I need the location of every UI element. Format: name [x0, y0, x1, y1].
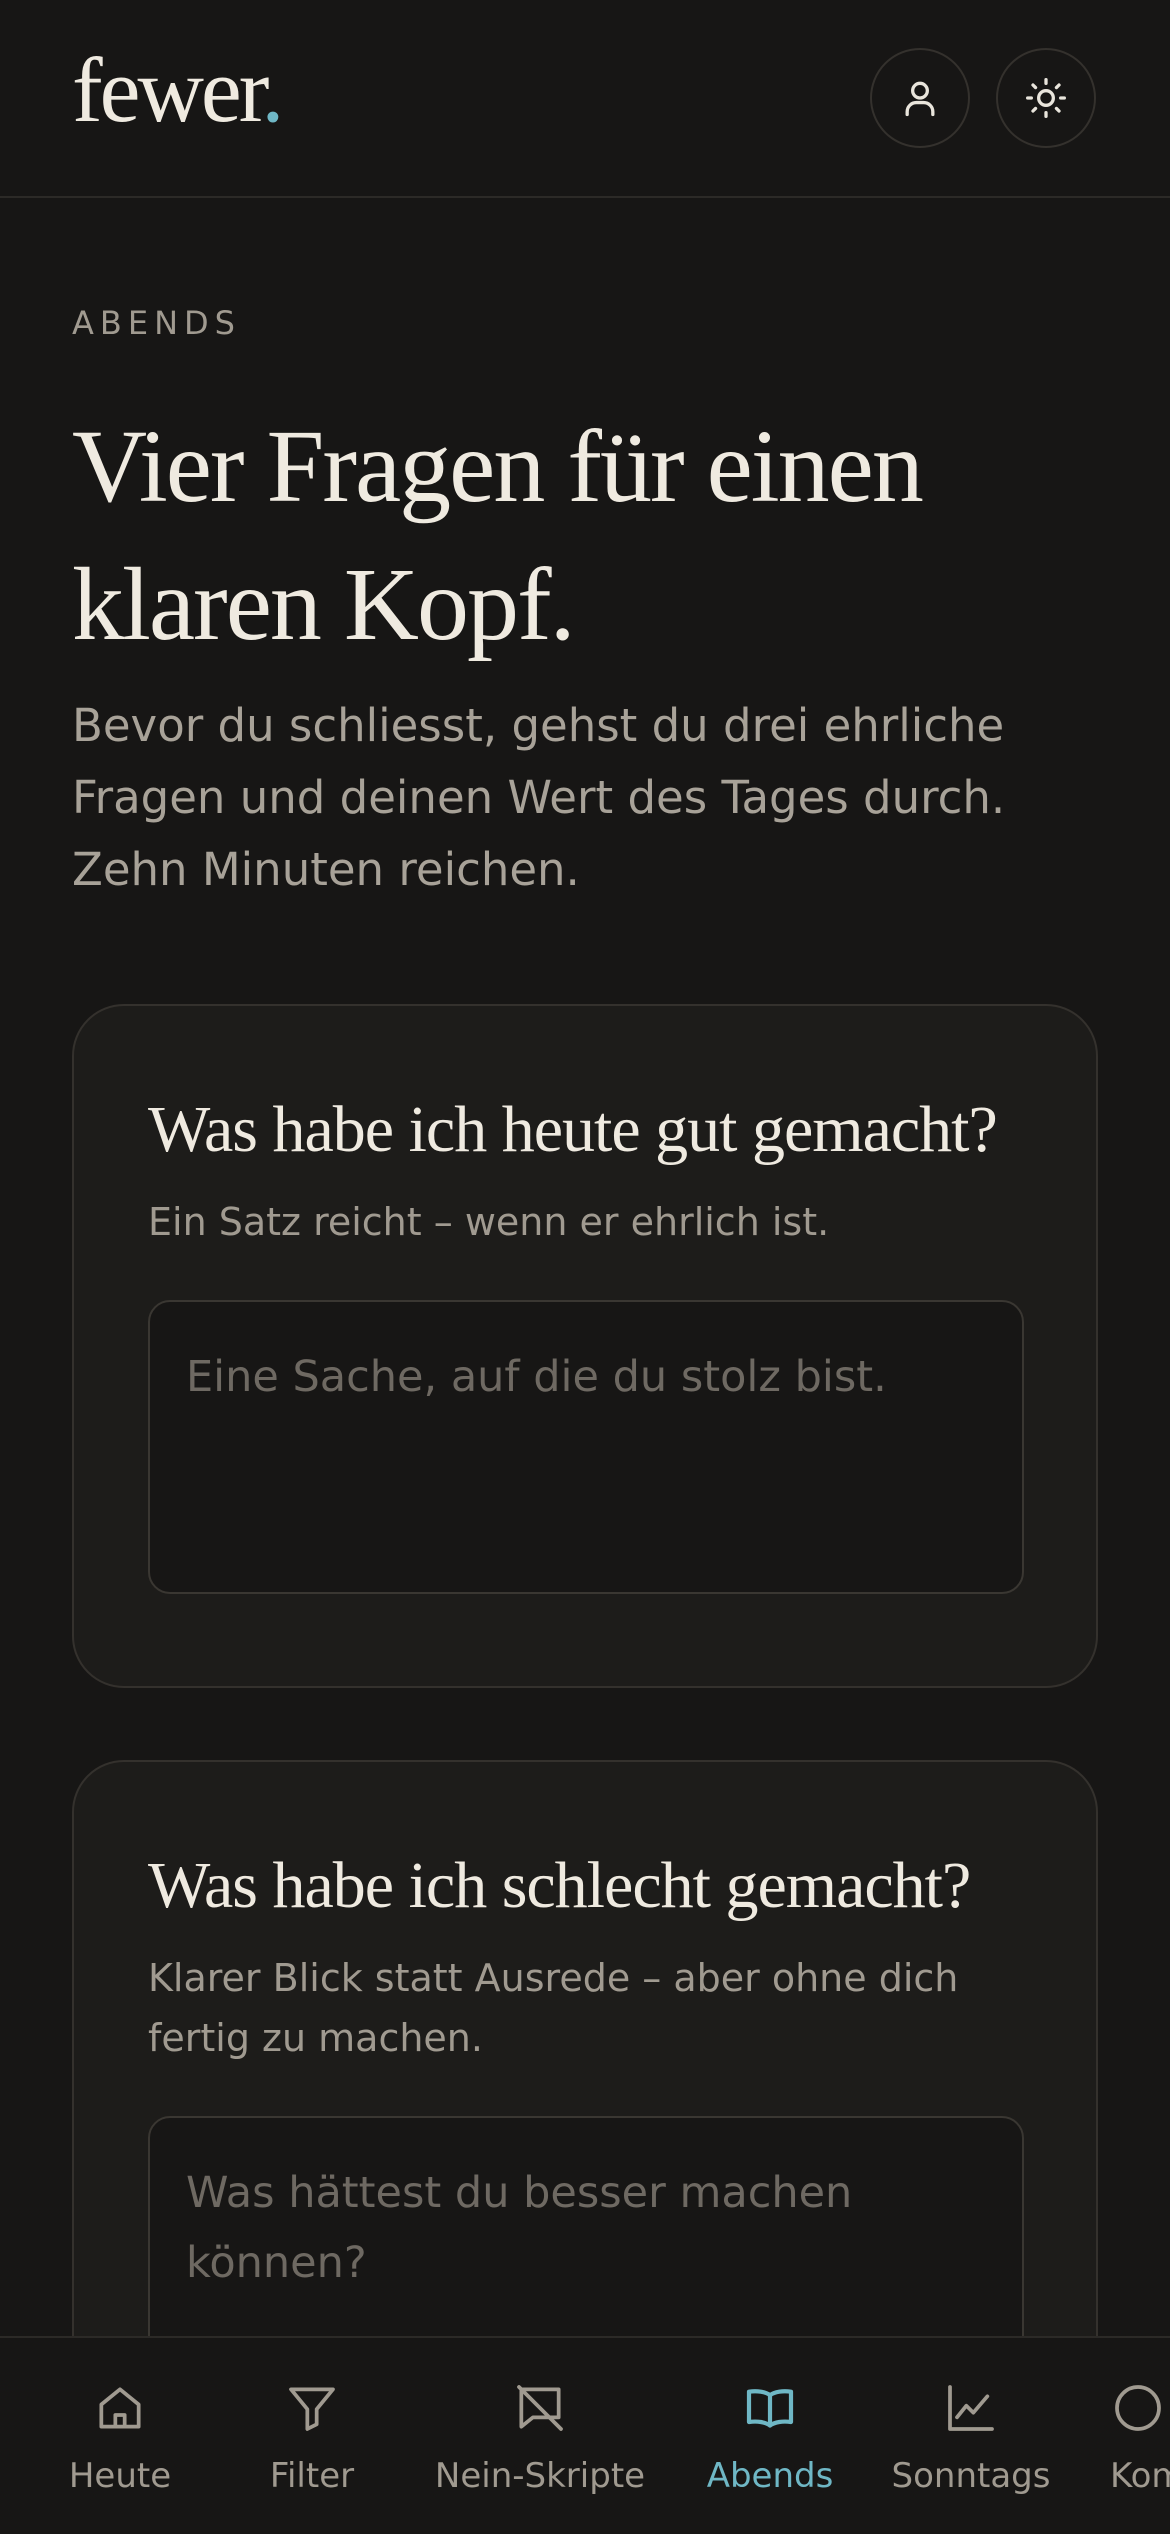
nav-label: Filter: [269, 2456, 355, 2496]
question-subtitle: Ein Satz reicht – wenn er ehrlich ist.: [148, 1200, 830, 1244]
message-off-icon: [517, 2385, 563, 2431]
section-eyebrow: ABENDS: [72, 304, 241, 342]
chart-line-icon: [948, 2385, 994, 2431]
bottom-navigation: Heute Filter Nein-Skripte Abends Sonntag…: [0, 2336, 1170, 2532]
profile-button[interactable]: [870, 48, 970, 148]
user-icon: [905, 81, 935, 117]
question-title: Was habe ich heute gut gemacht?: [148, 1093, 998, 1166]
page-intro: Bevor du schliesst, gehst du drei ehrlic…: [72, 699, 1006, 896]
question-card-good: Was habe ich heute gut gemacht? Ein Satz…: [72, 1004, 1098, 1688]
answer-good-input[interactable]: [150, 1302, 1022, 1592]
question-title: Was habe ich schlecht gemacht?: [148, 1849, 971, 1922]
home-icon: [99, 2387, 141, 2429]
nav-label: Nein-Skripte: [434, 2456, 646, 2496]
page-title: Vier Fragen für einen klaren Kopf.: [72, 409, 924, 662]
logo-text: fewer: [72, 39, 264, 141]
nav-item-nein-skripte[interactable]: Nein-Skripte: [430, 2338, 650, 2534]
answer-field-wrapper: [148, 1300, 1024, 1594]
nav-item-abends[interactable]: Abends: [700, 2338, 840, 2534]
filter-icon: [289, 2387, 335, 2431]
question-subtitle: Klarer Blick statt Ausrede – aber ohne d…: [148, 1956, 959, 2060]
nav-label: Kompass: [1110, 2456, 1170, 2496]
theme-toggle-button[interactable]: [996, 48, 1096, 148]
sun-icon: [1026, 78, 1066, 118]
nav-label: Heute: [68, 2456, 172, 2496]
nav-item-sonntags[interactable]: Sonntags: [892, 2338, 1050, 2534]
book-open-icon: [746, 2389, 794, 2428]
nav-item-kompass[interactable]: Kompass: [1110, 2338, 1170, 2534]
compass-icon: [1115, 2385, 1161, 2431]
app-logo[interactable]: fewer.: [72, 44, 284, 136]
nav-item-heute[interactable]: Heute: [50, 2338, 190, 2534]
top-bar: fewer.: [0, 0, 1170, 198]
nav-label: Sonntags: [891, 2456, 1051, 2496]
nav-label: Abends: [706, 2456, 834, 2496]
nav-item-filter[interactable]: Filter: [252, 2338, 372, 2534]
logo-dot: .: [261, 39, 284, 141]
